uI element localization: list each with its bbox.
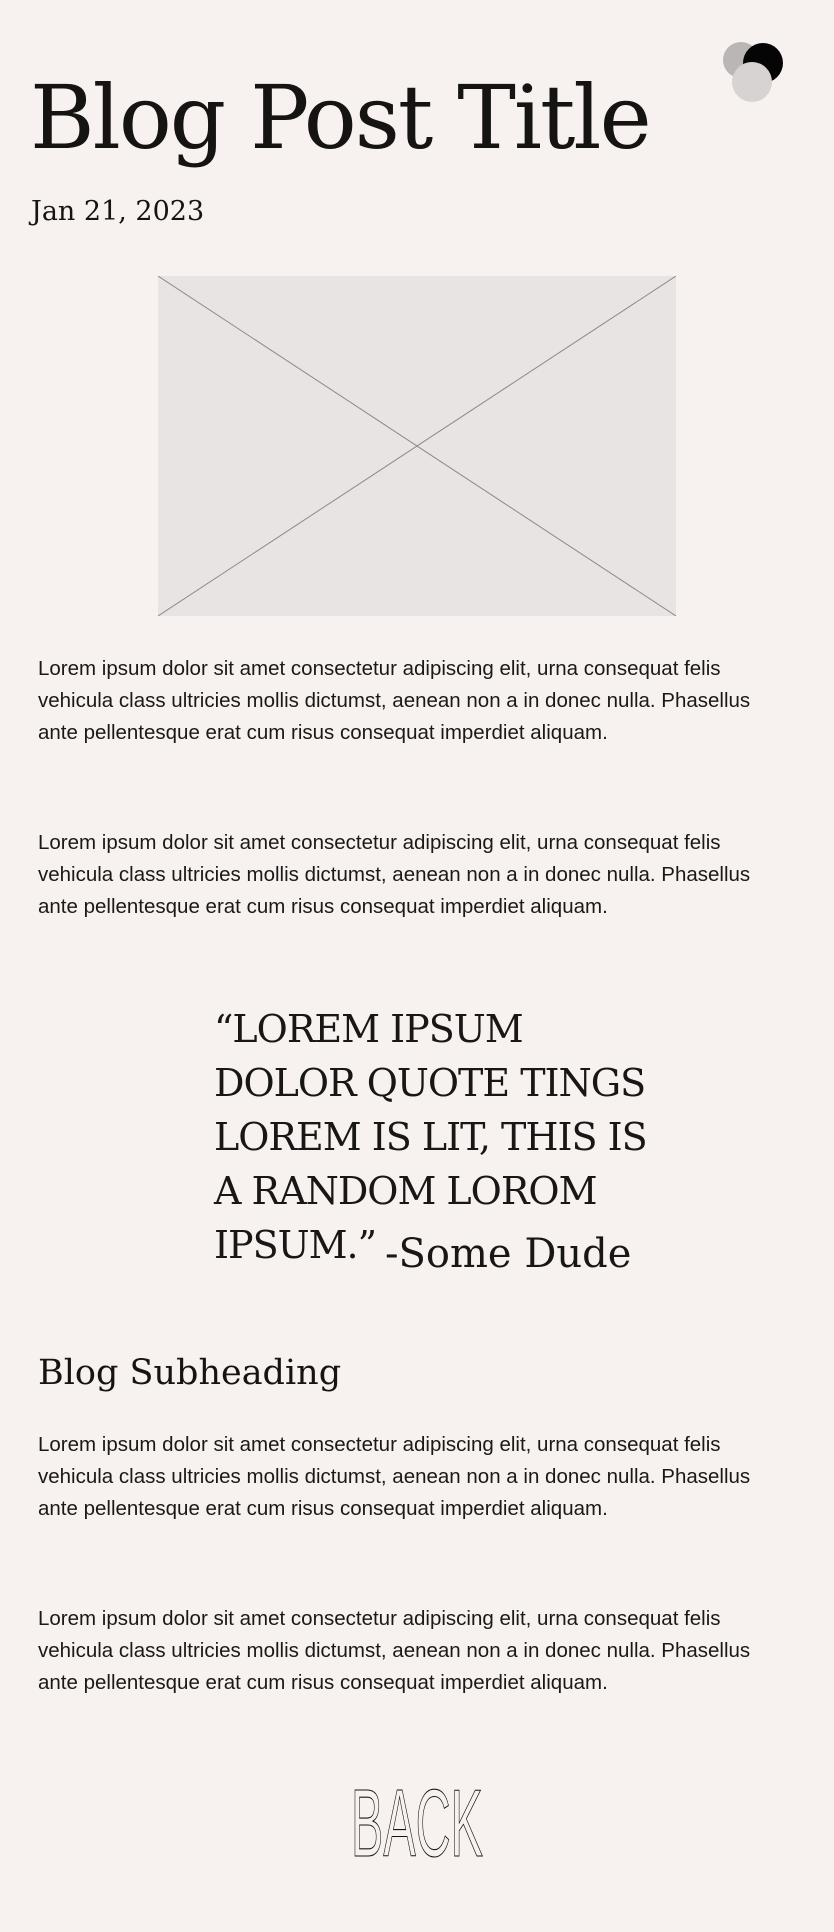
- back-label: BACK: [351, 1780, 483, 1860]
- body-paragraph: Lorem ipsum dolor sit amet consectetur a…: [38, 1607, 751, 1694]
- back-button[interactable]: BACK: [340, 1780, 494, 1860]
- page-title: Blog Post Title: [30, 66, 652, 169]
- image-placeholder-icon: [158, 276, 676, 616]
- post-date: Jan 21, 2023: [31, 196, 205, 227]
- logo-icon[interactable]: [720, 40, 788, 106]
- body-paragraph: Lorem ipsum dolor sit amet consectetur a…: [38, 657, 751, 744]
- logo-circle-light: [732, 62, 772, 102]
- body-paragraph: Lorem ipsum dolor sit amet consectetur a…: [38, 1433, 751, 1520]
- section-subheading: Blog Subheading: [38, 1353, 342, 1393]
- quote-attribution: -Some Dude: [385, 1231, 632, 1277]
- body-paragraph: Lorem ipsum dolor sit amet consectetur a…: [38, 831, 751, 918]
- hero-image-placeholder: [158, 276, 676, 616]
- back-label-svg: BACK: [350, 1780, 483, 1860]
